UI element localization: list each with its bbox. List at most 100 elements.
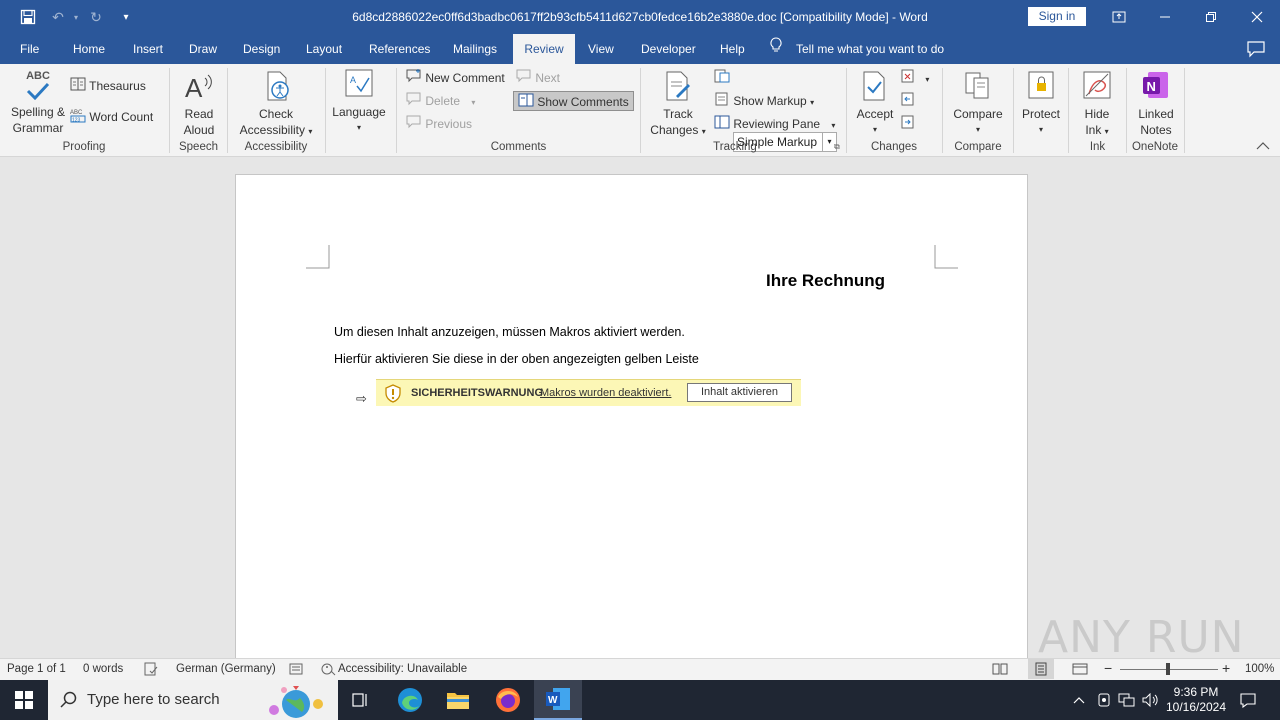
language-button[interactable]: A Language ▾	[330, 68, 388, 136]
tab-help[interactable]: Help	[710, 34, 755, 64]
tab-insert[interactable]: Insert	[123, 34, 173, 64]
next-comment-button[interactable]: Next	[516, 68, 560, 88]
next-comment-icon	[516, 69, 532, 89]
spelling-grammar-button[interactable]: ABC Spelling & Grammar	[6, 68, 70, 136]
document-line-1: Um diesen Inhalt anzuzeigen, müssen Makr…	[334, 325, 685, 339]
sign-in-button[interactable]: Sign in	[1028, 7, 1086, 26]
previous-label: Previous	[425, 117, 473, 131]
linked-notes-button[interactable]: N Linked Notes	[1130, 70, 1182, 138]
tab-layout[interactable]: Layout	[296, 34, 352, 64]
show-comments-label: Show Comments	[537, 95, 629, 109]
reviewing-pane-icon	[714, 115, 730, 135]
new-comment-button[interactable]: New Comment	[406, 68, 505, 88]
thesaurus-icon	[70, 77, 86, 97]
chevron-down-icon: ▾	[1104, 127, 1109, 136]
page-count[interactable]: Page 1 of 1	[7, 663, 66, 675]
tab-developer[interactable]: Developer	[631, 34, 706, 64]
shield-warning-icon	[385, 384, 401, 403]
dialog-launcher-icon[interactable]: ⧉	[834, 142, 840, 152]
check-label: Check	[258, 107, 293, 121]
ribbon-tabs: File Home Insert Draw Design Layout Refe…	[0, 34, 1280, 64]
web-layout-icon[interactable]	[1072, 662, 1088, 679]
start-button[interactable]	[0, 680, 48, 720]
firefox-icon[interactable]	[484, 680, 532, 720]
show-comments-button[interactable]: Show Comments	[513, 91, 634, 111]
tab-references[interactable]: References	[359, 34, 440, 64]
network-icon[interactable]	[1116, 680, 1138, 720]
language-status[interactable]: German (Germany)	[176, 663, 276, 675]
protect-label: Protect	[1021, 107, 1060, 121]
thesaurus-button[interactable]: Thesaurus	[70, 76, 146, 96]
show-markup-button[interactable]: Show Markup ▾	[714, 91, 814, 111]
edge-icon[interactable]	[386, 680, 434, 720]
zoom-out-button[interactable]: −	[1104, 660, 1112, 676]
document-line-2: Hierfür aktivieren Sie diese in der oben…	[334, 352, 699, 366]
security-warning-image: SICHERHEITSWARNUNG Makros wurden deaktiv…	[376, 379, 801, 406]
previous-change-button[interactable]	[900, 91, 916, 111]
zoom-in-button[interactable]: +	[1222, 660, 1230, 676]
read-mode-icon[interactable]	[992, 662, 1008, 679]
changes-group-label: Changes	[870, 141, 918, 153]
tab-draw[interactable]: Draw	[179, 34, 227, 64]
word-taskbar-icon[interactable]: W	[534, 680, 582, 720]
task-view-icon[interactable]	[336, 680, 384, 720]
onenote-icon: N	[1143, 72, 1168, 98]
previous-comment-icon	[406, 115, 422, 135]
show-hidden-icons[interactable]	[1070, 680, 1088, 720]
tab-home[interactable]: Home	[63, 34, 115, 64]
lightbulb-icon	[770, 34, 782, 64]
check-accessibility-button[interactable]: Check Accessibility ▾	[234, 70, 318, 140]
tab-design[interactable]: Design	[233, 34, 290, 64]
show-markup-icon	[714, 92, 730, 112]
chevron-down-icon: ▾	[356, 123, 361, 132]
word-count-button[interactable]: ABC 123 Word Count	[70, 107, 153, 127]
document-page[interactable]: Ihre Rechnung Um diesen Inhalt anzuzeige…	[235, 174, 1028, 658]
proofing-status-icon[interactable]	[144, 662, 158, 679]
comments-pane-icon[interactable]	[1246, 40, 1266, 58]
word-count[interactable]: 0 words	[83, 663, 123, 675]
accessibility-icon	[267, 71, 289, 101]
hide-ink-button[interactable]: Hide Ink ▾	[1074, 70, 1120, 140]
reject-button[interactable]: ▾	[900, 68, 929, 88]
close-icon[interactable]	[1234, 0, 1280, 34]
search-highlight-icon	[269, 686, 323, 718]
show-comments-icon	[518, 93, 534, 113]
tab-file[interactable]: File	[10, 34, 49, 64]
track-changes-button[interactable]: Track Changes ▾	[646, 70, 710, 140]
tab-mailings[interactable]: Mailings	[443, 34, 507, 64]
collapse-ribbon-icon[interactable]	[1256, 140, 1270, 154]
tab-review[interactable]: Review	[513, 34, 575, 64]
minimize-icon[interactable]	[1142, 0, 1188, 34]
accessibility-status[interactable]: Accessibility: Unavailable	[338, 663, 467, 675]
zoom-slider-thumb[interactable]	[1166, 663, 1170, 675]
aloud-label: Aloud	[183, 123, 215, 137]
previous-comment-button[interactable]: Previous	[406, 114, 472, 134]
clock[interactable]: 9:36 PM 10/16/2024	[1164, 680, 1228, 720]
protect-button[interactable]: Protect ▾	[1018, 70, 1064, 138]
next-change-button[interactable]	[900, 114, 916, 134]
ink-group-label: Ink	[1089, 141, 1106, 153]
tell-me-search[interactable]: Tell me what you want to do	[770, 34, 944, 64]
zoom-level[interactable]: 100%	[1245, 663, 1274, 675]
notifications-icon[interactable]	[1234, 680, 1262, 720]
macro-recording-icon[interactable]	[289, 662, 303, 679]
security-tray-icon[interactable]	[1094, 680, 1114, 720]
clock-time: 9:36 PM	[1173, 685, 1219, 699]
ribbon-display-options-icon[interactable]	[1096, 0, 1142, 34]
changes-label: Changes	[650, 123, 699, 137]
delete-comment-button[interactable]: Delete ▾	[406, 91, 475, 111]
taskbar-search[interactable]: Type here to search	[48, 680, 338, 720]
delete-label: Delete	[425, 94, 461, 108]
linked-label: Linked	[1138, 107, 1174, 121]
restore-icon[interactable]	[1188, 0, 1234, 34]
compare-button[interactable]: Compare ▾	[950, 70, 1006, 138]
chevron-down-icon: ▾	[831, 121, 836, 130]
tab-view[interactable]: View	[578, 34, 624, 64]
accept-button[interactable]: Accept ▾	[852, 70, 898, 138]
svg-text:A: A	[185, 73, 203, 102]
print-layout-icon[interactable]	[1028, 659, 1054, 679]
file-explorer-icon[interactable]	[434, 680, 482, 720]
reviewing-pane-button[interactable]: Reviewing Pane ▾	[714, 114, 835, 134]
read-aloud-button[interactable]: A Read Aloud	[176, 70, 222, 138]
volume-icon[interactable]	[1140, 680, 1162, 720]
